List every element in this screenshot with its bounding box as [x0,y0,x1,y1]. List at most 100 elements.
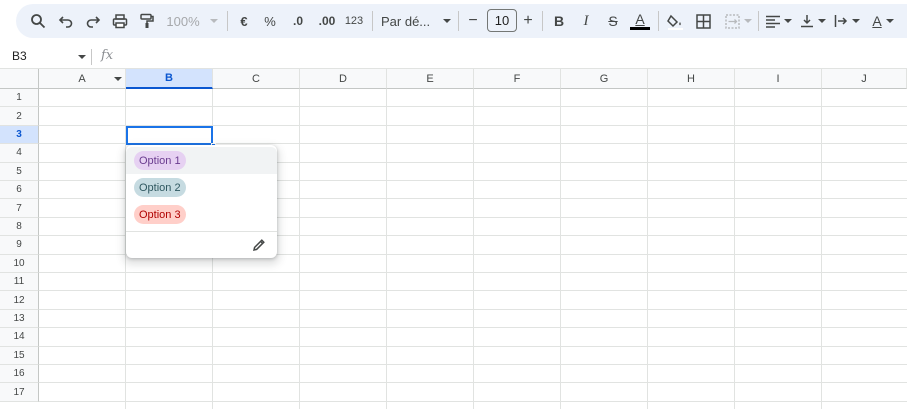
bold-button[interactable]: B [551,8,567,34]
row-header-6[interactable]: 6 [0,181,39,200]
decrease-decimal-button[interactable]: .0 [287,8,309,34]
align-left-icon [766,15,780,28]
row-header-16[interactable]: 16 [0,365,39,384]
increase-font-size-button[interactable]: + [521,8,535,34]
font-family-select[interactable]: Par dé... [381,8,451,34]
column-header-j[interactable]: J [822,69,907,89]
row-header-11[interactable]: 11 [0,273,39,292]
row-header-2[interactable]: 2 [0,107,39,126]
text-color-button[interactable]: A [630,8,650,34]
grid-column-line [560,89,561,409]
decrease-font-size-button[interactable]: − [466,8,480,34]
percent-format-button[interactable]: % [262,8,278,34]
strikethrough-button[interactable]: S [604,8,622,34]
search-menus-icon[interactable] [29,8,47,34]
toolbar-divider [542,11,543,31]
dropdown-option-3[interactable]: Option 3 [126,201,277,228]
grid-column-line [386,89,387,409]
row-header-9[interactable]: 9 [0,236,39,255]
row-header-8[interactable]: 8 [0,217,39,237]
italic-button[interactable]: I [578,8,594,34]
row-header-10[interactable]: 10 [0,254,39,273]
name-box[interactable]: B3 [12,49,27,63]
row-header-7[interactable]: 7 [0,199,39,218]
toolbar: 100% € % .0 .00 123 Par dé... − 10 + B I… [0,0,907,42]
grid-row-line [39,290,907,292]
chevron-down-icon [743,19,752,23]
zoom-select[interactable]: 100% [164,8,220,34]
redo-icon[interactable] [84,8,102,34]
number-format-button[interactable]: 123 [343,8,365,34]
pencil-icon[interactable] [250,236,268,254]
grid-column-line [647,89,648,409]
row-header-15[interactable]: 15 [0,346,39,365]
grid-column-line [299,89,300,409]
row-header-1[interactable]: 1 [0,89,39,108]
column-a-menu-icon[interactable] [114,77,122,81]
column-header-i[interactable]: I [735,69,822,89]
zoom-value: 100% [166,13,200,29]
currency-format-button[interactable]: € [236,8,252,34]
paint-format-icon[interactable] [138,8,156,34]
grid-row-line [39,106,907,108]
row-header-17[interactable]: 17 [0,383,39,402]
chevron-down-icon [784,19,792,23]
selected-cell-b3[interactable] [126,126,213,145]
font-size-input[interactable]: 10 [487,9,517,32]
row-header-13[interactable]: 13 [0,309,39,329]
toolbar-divider [372,11,373,31]
text-rotation-button[interactable]: A [868,8,898,34]
increase-decimal-button[interactable]: .00 [315,8,339,34]
column-header-d[interactable]: D [300,69,387,89]
font-family-value: Par dé... [381,13,431,29]
text-color-letter: A [635,11,645,27]
column-header-e[interactable]: E [387,69,474,89]
row-header-5[interactable]: 5 [0,162,39,181]
chevron-down-icon [209,19,218,23]
dropdown-options-menu: Option 1 Option 2 Option 3 [126,145,277,258]
column-header-h[interactable]: H [648,69,735,89]
chevron-down-icon [443,19,451,23]
horizontal-align-button[interactable] [765,8,793,34]
option-chip: Option 1 [134,151,186,170]
text-color-bar [630,27,650,30]
row-header-4[interactable]: 4 [0,144,39,163]
grid-row-line [39,400,907,402]
undo-icon[interactable] [57,8,75,34]
grid-column-line [734,89,735,409]
merge-cells-button[interactable] [721,8,755,34]
row-header-12[interactable]: 12 [0,291,39,310]
column-header-c[interactable]: C [213,69,300,89]
dropdown-option-1[interactable]: Option 1 [126,147,277,174]
dropdown-divider [126,231,277,232]
fill-color-icon[interactable] [666,8,684,34]
toolbar-divider [758,11,759,31]
chevron-down-icon [818,19,826,23]
text-wrapping-button[interactable] [833,8,861,34]
formula-bar-divider [91,49,92,65]
column-header-a[interactable]: A [39,69,126,89]
chevron-down-icon [852,19,860,23]
toolbar-divider [658,11,659,31]
row-header-3[interactable]: 3 [0,125,39,145]
grid-row-line [39,327,907,329]
increase-decimal-label: .00 [318,14,336,28]
chevron-down-icon[interactable] [78,55,86,59]
column-header-f[interactable]: F [474,69,561,89]
option-chip: Option 2 [134,178,186,197]
borders-icon[interactable] [694,8,712,34]
dropdown-option-2[interactable]: Option 2 [126,174,277,201]
select-all-corner[interactable] [0,69,39,89]
column-header-g[interactable]: G [561,69,648,89]
print-icon[interactable] [111,8,129,34]
formula-bar: B3 fx [0,45,907,69]
vertical-align-button[interactable] [799,8,827,34]
grid-column-line [473,89,474,409]
column-header-b[interactable]: B [126,69,213,89]
option-chip: Option 3 [134,205,186,224]
grid-row-line [39,345,907,347]
align-bottom-icon [801,15,813,28]
fx-icon: fx [101,48,114,63]
row-header-14[interactable]: 14 [0,328,39,347]
grid-row-line [39,272,907,273]
